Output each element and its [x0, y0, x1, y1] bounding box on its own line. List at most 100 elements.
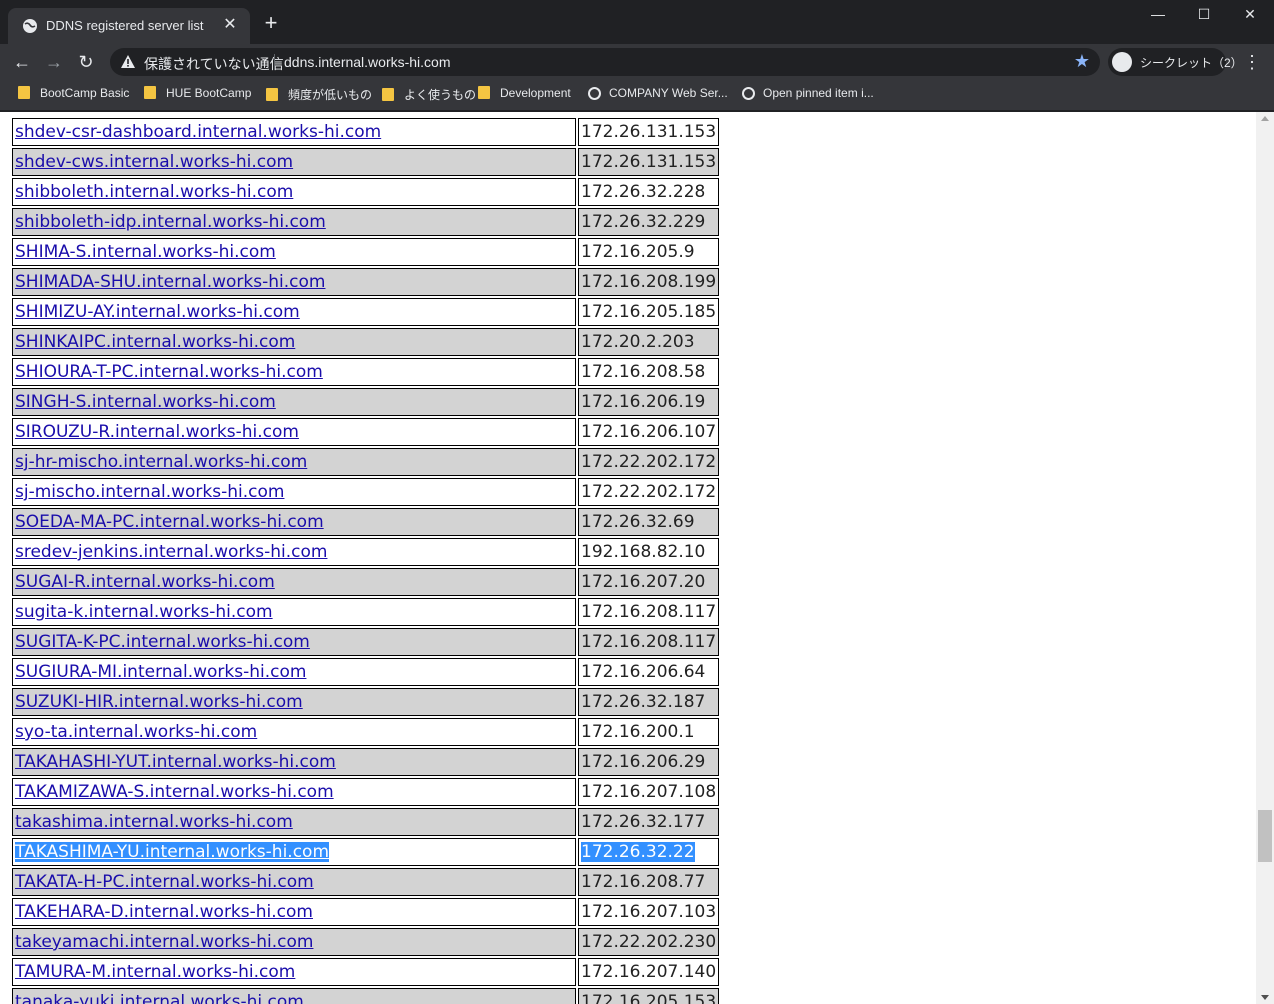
- table-row: SUGITA-K-PC.internal.works-hi.com 172.16.…: [12, 628, 720, 656]
- table-row: SHINKAIPC.internal.works-hi.com 172.20.2.…: [12, 328, 720, 356]
- minimize-button[interactable]: —: [1138, 6, 1178, 26]
- host-link[interactable]: TAKAHASHI-YUT.internal.works-hi.com: [15, 752, 336, 772]
- maximize-button[interactable]: ☐: [1184, 6, 1224, 26]
- forward-button[interactable]: →: [42, 50, 66, 74]
- table-row: SHIOURA-T-PC.internal.works-hi.com 172.16…: [12, 358, 720, 386]
- host-cell: TAMURA-M.internal.works-hi.com: [12, 958, 576, 986]
- scroll-thumb[interactable]: [1258, 810, 1272, 862]
- ip-address: 172.16.206.64: [581, 662, 706, 682]
- ip-cell: 172.16.205.153: [578, 988, 720, 1004]
- ip-address: 172.16.207.108: [581, 782, 717, 802]
- host-cell: TAKATA-H-PC.internal.works-hi.com: [12, 868, 576, 896]
- globe-icon: [588, 87, 601, 100]
- ip-address: 172.16.205.153: [581, 992, 717, 1004]
- host-cell: TAKAMIZAWA-S.internal.works-hi.com: [12, 778, 576, 806]
- address-bar[interactable]: 保護されていない通信 ddns.internal.works-hi.com ★: [110, 48, 1100, 76]
- host-link[interactable]: SHIOURA-T-PC.internal.works-hi.com: [15, 362, 323, 382]
- tab-active[interactable]: DDNS registered server list ✕: [8, 8, 250, 44]
- host-link[interactable]: sugita-k.internal.works-hi.com: [15, 602, 273, 622]
- host-link[interactable]: SHINKAIPC.internal.works-hi.com: [15, 332, 295, 352]
- window-close-button[interactable]: ✕: [1230, 6, 1270, 26]
- host-link[interactable]: TAKAMIZAWA-S.internal.works-hi.com: [15, 782, 334, 802]
- ip-cell: 172.16.208.117: [578, 628, 720, 656]
- tab-close-icon[interactable]: ✕: [220, 15, 240, 35]
- host-link[interactable]: shdev-cws.internal.works-hi.com: [15, 152, 293, 172]
- globe-icon: [23, 19, 37, 33]
- ip-address: 172.16.206.19: [581, 392, 706, 412]
- host-link[interactable]: sj-mischo.internal.works-hi.com: [15, 482, 284, 502]
- scroll-up-icon[interactable]: [1261, 116, 1269, 121]
- host-link[interactable]: SUGIURA-MI.internal.works-hi.com: [15, 662, 306, 682]
- host-link[interactable]: takeyamachi.internal.works-hi.com: [15, 932, 313, 952]
- bookmark-company-web[interactable]: COMPANY Web Ser...: [588, 86, 728, 104]
- host-link[interactable]: syo-ta.internal.works-hi.com: [15, 722, 257, 742]
- bookmark-label: よく使うもの: [404, 88, 477, 102]
- table-row: sj-mischo.internal.works-hi.com 172.22.20…: [12, 478, 720, 506]
- incognito-indicator[interactable]: シークレット（2）: [1108, 48, 1243, 76]
- host-link[interactable]: tanaka-yuki.internal.works-hi.com: [15, 992, 304, 1004]
- host-link[interactable]: SOEDA-MA-PC.internal.works-hi.com: [15, 512, 324, 532]
- host-cell: sredev-jenkins.internal.works-hi.com: [12, 538, 576, 566]
- host-link[interactable]: SHIMIZU-AY.internal.works-hi.com: [15, 302, 300, 322]
- host-cell: SHIMADA-SHU.internal.works-hi.com: [12, 268, 576, 296]
- ip-cell: 172.26.131.153: [578, 148, 720, 176]
- host-cell: TAKASHIMA-YU.internal.works-hi.com: [12, 838, 576, 866]
- host-link[interactable]: SUGITA-K-PC.internal.works-hi.com: [15, 632, 310, 652]
- browser-menu-button[interactable]: ⋮: [1240, 50, 1264, 74]
- bookmark-development[interactable]: Development: [478, 86, 571, 104]
- back-button[interactable]: ←: [10, 50, 34, 74]
- host-cell: SIROUZU-R.internal.works-hi.com: [12, 418, 576, 446]
- url-text[interactable]: ddns.internal.works-hi.com: [284, 54, 451, 70]
- ip-address: 172.16.208.117: [581, 632, 717, 652]
- bookmark-low-frequency[interactable]: 頻度が低いもの: [266, 86, 372, 104]
- host-link[interactable]: SINGH-S.internal.works-hi.com: [15, 392, 276, 412]
- ip-address: 172.22.202.172: [581, 482, 717, 502]
- browser-chrome: DDNS registered server list ✕ + — ☐ ✕ ← …: [0, 0, 1274, 112]
- table-row: tanaka-yuki.internal.works-hi.com 172.16.…: [12, 988, 720, 1004]
- bookmark-star-icon[interactable]: ★: [1074, 51, 1090, 72]
- host-link[interactable]: shdev-csr-dashboard.internal.works-hi.co…: [15, 122, 381, 142]
- host-link[interactable]: TAKEHARA-D.internal.works-hi.com: [15, 902, 313, 922]
- security-label[interactable]: 保護されていない通信: [144, 54, 284, 74]
- toolbar: ← → ↻ 保護されていない通信 ddns.internal.works-hi.…: [0, 44, 1274, 80]
- ip-cell: 172.16.208.58: [578, 358, 720, 386]
- host-link[interactable]: SIROUZU-R.internal.works-hi.com: [15, 422, 299, 442]
- table-row: SINGH-S.internal.works-hi.com 172.16.206.…: [12, 388, 720, 416]
- bookmark-label: BootCamp Basic: [40, 86, 130, 100]
- host-link[interactable]: SHIMADA-SHU.internal.works-hi.com: [15, 272, 325, 292]
- tab-title: DDNS registered server list: [46, 18, 204, 33]
- ip-cell: 172.16.206.19: [578, 388, 720, 416]
- reload-button[interactable]: ↻: [74, 50, 98, 74]
- bookmark-hue-bootcamp[interactable]: HUE BootCamp: [144, 86, 251, 104]
- host-link[interactable]: TAKATA-H-PC.internal.works-hi.com: [15, 872, 314, 892]
- bookmark-bootcamp-basic[interactable]: BootCamp Basic: [18, 86, 129, 104]
- bookmark-open-pinned[interactable]: Open pinned item i...: [742, 86, 874, 104]
- ip-cell: 172.16.206.107: [578, 418, 720, 446]
- host-link[interactable]: TAMURA-M.internal.works-hi.com: [15, 962, 295, 982]
- host-link[interactable]: SUGAI-R.internal.works-hi.com: [15, 572, 275, 592]
- ip-address: 172.22.202.230: [581, 932, 717, 952]
- folder-icon: [266, 88, 278, 101]
- host-link[interactable]: sredev-jenkins.internal.works-hi.com: [15, 542, 327, 562]
- vertical-scrollbar[interactable]: [1256, 112, 1274, 1004]
- host-cell: syo-ta.internal.works-hi.com: [12, 718, 576, 746]
- ip-cell: 172.16.200.1: [578, 718, 720, 746]
- ip-cell: 172.26.32.187: [578, 688, 720, 716]
- bookmark-frequent[interactable]: よく使うもの: [382, 86, 476, 104]
- host-link[interactable]: TAKASHIMA-YU.internal.works-hi.com: [15, 842, 330, 862]
- folder-icon: [18, 86, 30, 99]
- host-link[interactable]: takashima.internal.works-hi.com: [15, 812, 293, 832]
- table-row: SUGIURA-MI.internal.works-hi.com 172.16.2…: [12, 658, 720, 686]
- table-row: SIROUZU-R.internal.works-hi.com 172.16.20…: [12, 418, 720, 446]
- warning-icon[interactable]: [120, 54, 136, 70]
- host-link[interactable]: shibboleth.internal.works-hi.com: [15, 182, 293, 202]
- ip-cell: 172.20.2.203: [578, 328, 720, 356]
- host-cell: SHINKAIPC.internal.works-hi.com: [12, 328, 576, 356]
- scroll-down-icon[interactable]: [1261, 995, 1269, 1000]
- host-link[interactable]: sj-hr-mischo.internal.works-hi.com: [15, 452, 307, 472]
- new-tab-button[interactable]: +: [258, 12, 284, 34]
- host-link[interactable]: SUZUKI-HIR.internal.works-hi.com: [15, 692, 303, 712]
- host-link[interactable]: shibboleth-idp.internal.works-hi.com: [15, 212, 326, 232]
- ip-address: 172.26.32.228: [581, 182, 706, 202]
- host-link[interactable]: SHIMA-S.internal.works-hi.com: [15, 242, 276, 262]
